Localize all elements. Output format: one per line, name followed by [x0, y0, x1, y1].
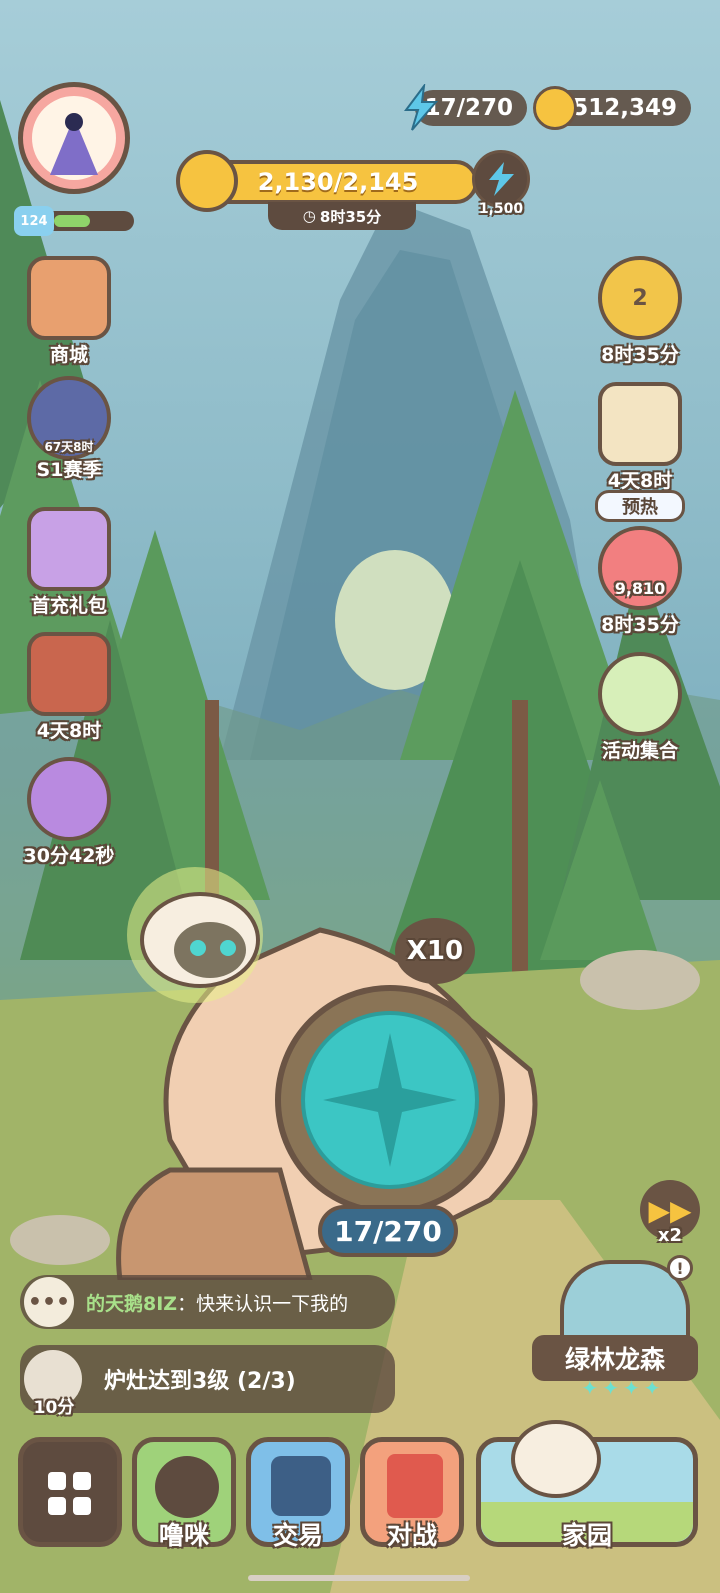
season-button[interactable]: 67天8时 S1赛季 — [14, 376, 124, 482]
magic-event-timer: 30分42秒 — [23, 845, 115, 867]
trophy-icon: 2 — [598, 256, 682, 340]
trophy-count: 2 — [632, 285, 648, 311]
lightning-icon — [404, 84, 439, 131]
dice-multiplier-button[interactable]: X10 — [395, 918, 475, 984]
dice-count-badge: 17/270 — [318, 1205, 458, 1257]
player-avatar[interactable] — [18, 82, 130, 194]
gift-box-icon — [27, 507, 111, 591]
treasure-chest-icon — [27, 632, 111, 716]
chat-bubble-icon: ••• — [24, 1277, 74, 1327]
location-stars: ✦✦✦✦ — [581, 1376, 665, 1400]
player-level-badge: 124 — [14, 206, 54, 236]
location-name: 绿林龙森 — [564, 1345, 665, 1374]
event-collection-button[interactable]: 活动集合 — [585, 652, 695, 763]
shop-icon — [27, 256, 111, 340]
battle-cards-icon — [387, 1454, 443, 1518]
coin-icon — [533, 86, 577, 130]
trophy-timer: 8时35分 — [601, 344, 679, 366]
preheat-timer: 8时35分 — [601, 614, 679, 636]
progress-reward-button[interactable] — [472, 150, 530, 208]
magic-event-button[interactable]: 30分42秒 — [14, 757, 124, 868]
level-value: 124 — [20, 213, 48, 229]
first-charge-gift-label: 首充礼包 — [30, 595, 107, 617]
progress-timer: ◷ 8时35分 — [268, 202, 416, 230]
chat-message: ：快来认识一下我的 — [177, 1292, 349, 1315]
quest-scroll-icon — [598, 382, 682, 466]
cat-bowl-icon — [155, 1456, 219, 1518]
shop-label: 商城 — [49, 344, 88, 366]
clock-icon: ◷ — [302, 207, 316, 225]
nav-cat-button[interactable]: 噜咪 — [132, 1437, 236, 1550]
quest-scroll-button[interactable]: 4天8时 — [585, 382, 695, 493]
multiplier-label: X10 — [406, 936, 464, 966]
heart-icon: 9,810 — [598, 526, 682, 610]
task-timer: 10分 — [33, 1398, 75, 1418]
xp-fill — [54, 215, 90, 227]
progress-timer-value: 8时35分 — [319, 207, 382, 226]
task-description: 炉灶达到3级 (2/3) — [104, 1369, 296, 1394]
trophy-button[interactable]: 2 8时35分 — [585, 256, 695, 367]
reward-lightning-icon — [489, 162, 514, 196]
nav-home-button[interactable]: 家园 — [476, 1420, 698, 1550]
quest-scroll-timer: 4天8时 — [607, 470, 673, 492]
nav-trade-label: 交易 — [272, 1521, 323, 1550]
preheat-value: 9,810 — [614, 579, 666, 598]
treasure-chest-timer: 4天8时 — [36, 720, 102, 742]
nav-battle-button[interactable]: 对战 — [360, 1437, 464, 1550]
dice-count-label: 17/270 — [334, 1214, 442, 1248]
treasure-chest-button[interactable]: 4天8时 — [14, 632, 124, 743]
location-name-banner[interactable]: 绿林龙森 — [532, 1335, 698, 1381]
season-label: S1赛季 — [36, 459, 102, 481]
compass-star-icon — [323, 1033, 457, 1167]
grid-menu-icon — [48, 1472, 91, 1515]
dice-roll-button[interactable] — [275, 985, 505, 1215]
chat-sender: 的天鹅8IZ — [86, 1292, 178, 1315]
home-indicator — [248, 1575, 470, 1581]
nav-cat-label: 噜咪 — [158, 1521, 209, 1550]
alert-icon: ! — [667, 1255, 693, 1281]
preheat-tag: 预热 — [595, 490, 685, 522]
avatar-portrait-icon — [32, 96, 116, 180]
cat-pet-icon — [127, 867, 263, 1003]
compass-face — [301, 1011, 479, 1189]
home-cat-icon — [511, 1420, 601, 1498]
map-progress-bar[interactable]: 2,130/2,145 — [198, 160, 478, 204]
event-collection-icon — [598, 652, 682, 736]
map-scroll-icon — [176, 150, 238, 212]
event-collection-label: 活动集合 — [601, 740, 678, 762]
shop-button[interactable]: 商城 — [14, 256, 124, 367]
speed-label: x2 — [657, 1225, 683, 1246]
progress-reward-label: 1,500 — [478, 201, 524, 217]
trade-icon — [271, 1456, 331, 1516]
progress-value: 2,130/2,145 — [257, 168, 419, 196]
nav-trade-button[interactable]: 交易 — [246, 1437, 350, 1550]
nav-battle-label: 对战 — [386, 1521, 437, 1550]
season-timer: 67天8时 — [44, 440, 94, 454]
first-charge-gift-button[interactable]: 首充礼包 — [14, 507, 124, 618]
menu-grid-button[interactable] — [18, 1437, 122, 1547]
fast-forward-icon: ▶▶ — [648, 1193, 692, 1227]
chat-bar[interactable]: ••• 的天鹅8IZ ：快来认识一下我的 — [20, 1275, 395, 1329]
crystal-ball-icon — [27, 757, 111, 841]
preheat-event-button[interactable]: 预热 9,810 8时35分 — [585, 490, 695, 637]
nav-home-label: 家园 — [561, 1521, 612, 1550]
